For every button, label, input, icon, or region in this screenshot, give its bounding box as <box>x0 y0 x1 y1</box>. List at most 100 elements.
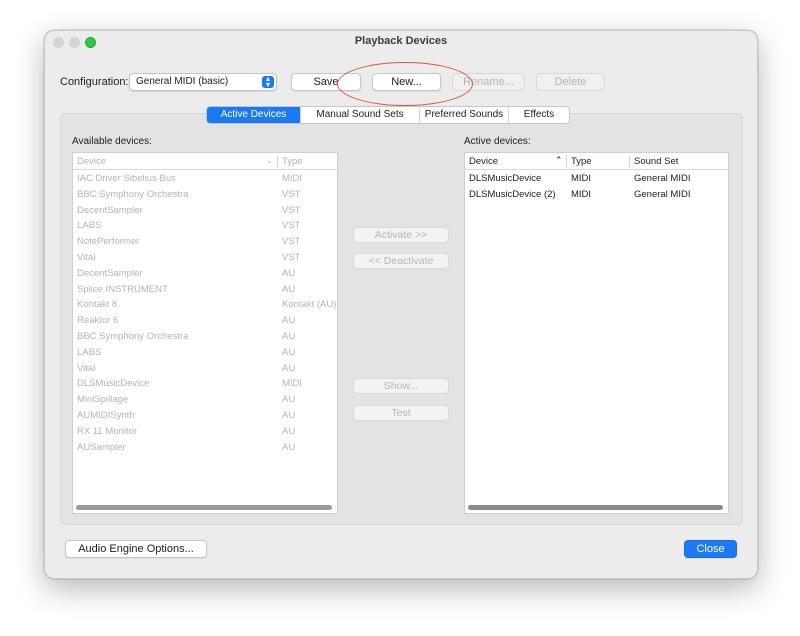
active-devices-label: Active devices: <box>464 136 531 147</box>
playback-devices-window: Playback Devices Configuration: General … <box>44 30 758 579</box>
device-type: MIDI <box>282 378 303 390</box>
device-name: AUSampler <box>77 441 126 453</box>
device-name: Vital <box>77 362 96 374</box>
device-type: VST <box>282 252 301 263</box>
horizontal-scrollbar[interactable] <box>468 505 723 510</box>
device-type: VST <box>282 236 301 248</box>
available-devices-label: Available devices: <box>72 136 152 147</box>
device-name: Kontakt 8 <box>77 299 118 311</box>
column-divider <box>629 155 630 167</box>
column-device[interactable]: Device <box>77 156 106 167</box>
device-type: VST <box>282 188 301 200</box>
device-type: AU <box>282 441 296 453</box>
device-type: AU <box>282 331 296 342</box>
device-type: MIDI <box>282 173 303 184</box>
device-type: AU <box>282 410 296 421</box>
device-type: AU <box>282 315 296 327</box>
device-type: VST <box>282 204 301 216</box>
column-divider <box>277 155 278 167</box>
configuration-popup[interactable]: General MIDI (basic) ▴ ▾ <box>129 73 277 91</box>
table-row[interactable]: DLSMusicDevice MIDI General MIDI <box>465 170 728 186</box>
device-name: NotePerformer <box>77 236 140 248</box>
active-table-header: Device ⌃ Type Sound Set <box>465 153 728 170</box>
chevron-up-icon: ⌃ <box>555 155 563 165</box>
titlebar: Playback Devices <box>45 31 757 53</box>
table-row[interactable]: Kontakt 8 Kontakt (AU) <box>73 296 337 312</box>
tab-active-devices[interactable]: Active Devices <box>207 107 301 123</box>
available-table-header: Device ⌄ Type <box>73 153 337 170</box>
sound-set: General MIDI <box>634 173 691 184</box>
table-row[interactable]: IAC Driver Sibelius Bus MIDI <box>73 170 337 186</box>
configuration-label: Configuration: <box>60 76 129 88</box>
table-row[interactable]: Splice INSTRUMENT AU <box>73 281 337 297</box>
device-type: Kontakt (AU) <box>282 299 337 311</box>
table-row[interactable]: DLSMusicDevice (2) MIDI General MIDI <box>465 186 728 202</box>
horizontal-scrollbar[interactable] <box>76 505 332 510</box>
table-row[interactable]: DecentSampler AU <box>73 265 337 281</box>
device-type: AU <box>282 425 296 437</box>
table-row[interactable]: LABS AU <box>73 344 337 360</box>
column-type[interactable]: Type <box>571 156 592 167</box>
show-button[interactable]: Show... <box>353 378 449 394</box>
column-sound-set[interactable]: Sound Set <box>634 156 678 167</box>
device-name: AUMIDISynth <box>77 410 135 421</box>
device-type: AU <box>282 267 296 279</box>
test-button[interactable]: Test <box>353 405 449 421</box>
column-type[interactable]: Type <box>282 156 303 167</box>
table-row[interactable]: Reaktor 6 AU <box>73 312 337 328</box>
close-button[interactable]: Close <box>684 540 737 558</box>
table-row[interactable]: LABS VST <box>73 217 337 233</box>
device-name: DLSMusicDevice (2) <box>469 188 556 200</box>
table-row[interactable]: AUSampler AU <box>73 439 337 455</box>
device-name: IAC Driver Sibelius Bus <box>77 173 176 184</box>
sound-set: General MIDI <box>634 188 691 200</box>
active-devices-table[interactable]: Device ⌃ Type Sound Set DLSMusicDevice MI… <box>464 152 729 514</box>
device-name: LABS <box>77 346 102 358</box>
device-type: MIDI <box>571 173 592 184</box>
device-name: RX 11 Monitor <box>77 425 138 437</box>
device-type: AU <box>282 394 296 406</box>
device-name: BBC Symphony Orchestra <box>77 331 189 342</box>
table-row[interactable]: AUMIDISynth AU <box>73 407 337 423</box>
updown-chevron-icon: ▴ ▾ <box>262 75 274 89</box>
column-device[interactable]: Device <box>469 156 498 167</box>
table-row[interactable]: DecentSampler VST <box>73 202 337 218</box>
device-name: Splice INSTRUMENT <box>77 283 168 295</box>
configuration-value: General MIDI (basic) <box>136 76 229 87</box>
device-type: AU <box>282 283 296 295</box>
tab-bar: Active Devices Manual Sound Sets Preferr… <box>206 106 570 124</box>
chevron-icon: ⌄ <box>266 156 273 165</box>
device-name: DecentSampler <box>77 204 143 216</box>
activate-button[interactable]: Activate >> <box>353 227 449 243</box>
device-name: DecentSampler <box>77 267 143 279</box>
device-name: DLSMusicDevice <box>469 173 542 184</box>
annotation-highlight-oval <box>337 62 473 106</box>
table-row[interactable]: BBC Symphony Orchestra VST <box>73 186 337 202</box>
available-devices-table[interactable]: Device ⌄ Type IAC Driver Sibelius Bus MID… <box>72 152 338 514</box>
device-name: DLSMusicDevice <box>77 378 150 390</box>
device-type: MIDI <box>571 188 592 200</box>
tab-effects[interactable]: Effects <box>509 107 569 123</box>
table-row[interactable]: Vital AU <box>73 360 337 376</box>
device-type: VST <box>282 220 301 232</box>
device-name: MiniSpillage <box>77 394 129 406</box>
table-row[interactable]: NotePerformer VST <box>73 233 337 249</box>
delete-button[interactable]: Delete <box>536 73 605 91</box>
device-type: AU <box>282 362 296 374</box>
device-name: Reaktor 6 <box>77 315 119 327</box>
deactivate-button[interactable]: << Deactivate <box>353 253 449 269</box>
device-type: AU <box>282 346 296 358</box>
device-name: Vital <box>77 252 96 263</box>
tab-manual-sound-sets[interactable]: Manual Sound Sets <box>301 107 420 123</box>
column-divider <box>566 155 567 167</box>
table-row[interactable]: DLSMusicDevice MIDI <box>73 375 337 391</box>
audio-engine-options-button[interactable]: Audio Engine Options... <box>65 540 207 558</box>
table-row[interactable]: MiniSpillage AU <box>73 391 337 407</box>
device-name: BBC Symphony Orchestra <box>77 188 189 200</box>
table-row[interactable]: RX 11 Monitor AU <box>73 423 337 439</box>
device-name: LABS <box>77 220 102 232</box>
table-row[interactable]: Vital VST <box>73 249 337 265</box>
table-row[interactable]: BBC Symphony Orchestra AU <box>73 328 337 344</box>
window-title: Playback Devices <box>354 35 448 47</box>
tab-preferred-sounds[interactable]: Preferred Sounds <box>420 107 509 123</box>
